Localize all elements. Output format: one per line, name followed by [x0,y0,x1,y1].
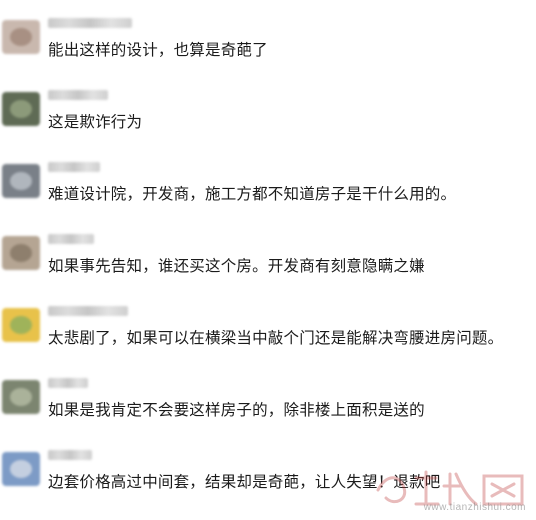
avatar[interactable] [2,164,40,198]
comment-item: 这是欺诈行为 [0,80,536,140]
comment-text: 如果是我肯定不会要这样房子的，除非楼上面积是送的 [48,401,425,419]
comment-item: 边套价格高过中间套，结果却是奇葩，让人失望！退款吧 [0,440,536,500]
commenter-name-blurred [48,18,132,28]
comment-text: 难道设计院，开发商，施工方都不知道房子是干什么用的。 [48,185,457,203]
avatar[interactable] [2,380,40,414]
avatar[interactable] [2,236,40,270]
comment-item: 难道设计院，开发商，施工方都不知道房子是干什么用的。 [0,152,536,212]
comment-item: 如果事先告知，谁还买这个房。开发商有刻意隐瞒之嫌 [0,224,536,284]
commenter-name-blurred [48,234,94,244]
commenter-name-blurred [48,306,128,316]
comment-text: 如果事先告知，谁还买这个房。开发商有刻意隐瞒之嫌 [48,257,425,275]
commenter-name-blurred [48,90,108,100]
comment-text: 这是欺诈行为 [48,113,143,131]
commenter-name-blurred [48,450,92,460]
comment-text: 太悲剧了，如果可以在横梁当中敲个门还是能解决弯腰进房问题。 [48,329,504,347]
comment-item: 如果是我肯定不会要这样房子的，除非楼上面积是送的 [0,368,536,428]
comment-text: 能出这样的设计，也算是奇葩了 [48,41,268,59]
commenter-name-blurred [48,162,100,172]
comment-item: 能出这样的设计，也算是奇葩了 [0,8,536,68]
avatar[interactable] [2,92,40,126]
commenter-name-blurred [48,378,88,388]
watermark-url: www.tianzhishui.com [423,502,526,513]
comment-text: 边套价格高过中间套，结果却是奇葩，让人失望！退款吧 [48,473,441,491]
comment-item: 太悲剧了，如果可以在横梁当中敲个门还是能解决弯腰进房问题。 [0,296,536,356]
avatar[interactable] [2,20,40,54]
avatar[interactable] [2,308,40,342]
avatar[interactable] [2,452,40,486]
